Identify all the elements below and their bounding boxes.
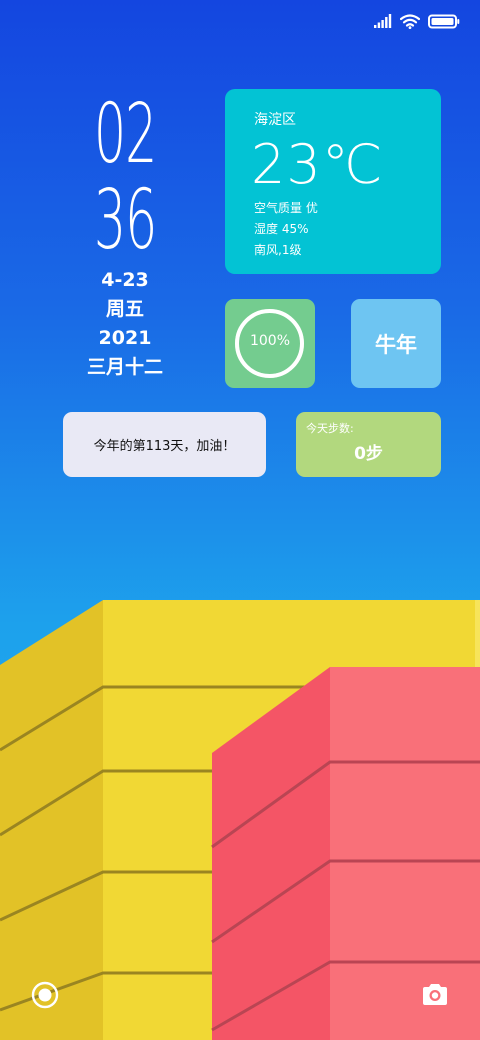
wallpaper-illustration: [0, 600, 480, 1040]
steps-value: 0步: [354, 444, 383, 464]
signal-icon: [374, 14, 392, 28]
day-count-text: 今年的第113天，加油！: [93, 439, 236, 454]
weather-district: 海淀区: [254, 112, 296, 128]
record-icon[interactable]: [29, 979, 61, 1011]
battery-level-text: 100%: [249, 333, 291, 349]
date-text: 4-23: [101, 269, 149, 291]
status-bar: [374, 10, 460, 32]
weather-air-quality: 空气质量 优: [254, 201, 318, 215]
steps-widget[interactable]: 今天步数: 0步: [296, 412, 441, 477]
camera-icon[interactable]: [419, 979, 451, 1011]
weather-widget[interactable]: 海淀区 23℃ 空气质量 优 湿度 45% 南风,1级: [225, 89, 441, 274]
year-text: 2021: [98, 327, 152, 349]
clock-hour: 02: [93, 87, 157, 182]
weekday-text: 周五: [105, 298, 144, 320]
lock-screen: 02 36 4-23 周五 2021 三月十二 海淀区 23℃ 空气质量 优 湿…: [0, 0, 480, 1040]
steps-label: 今天步数:: [306, 422, 354, 435]
wifi-icon: [400, 13, 420, 29]
clock-minute: 36: [93, 173, 157, 268]
zodiac-year-label: 牛年: [375, 332, 417, 357]
weather-humidity: 湿度 45%: [254, 222, 309, 236]
day-count-widget[interactable]: 今年的第113天，加油！: [63, 412, 266, 477]
battery-icon: [428, 14, 460, 28]
battery-widget[interactable]: 100%: [225, 299, 315, 388]
zodiac-year-widget[interactable]: 牛年: [351, 299, 441, 388]
clock-widget: 02 36 4-23 周五 2021 三月十二: [70, 92, 180, 382]
weather-wind: 南风,1级: [254, 243, 302, 257]
weather-temperature: 23℃: [251, 133, 384, 196]
lunar-date-text: 三月十二: [86, 356, 163, 378]
